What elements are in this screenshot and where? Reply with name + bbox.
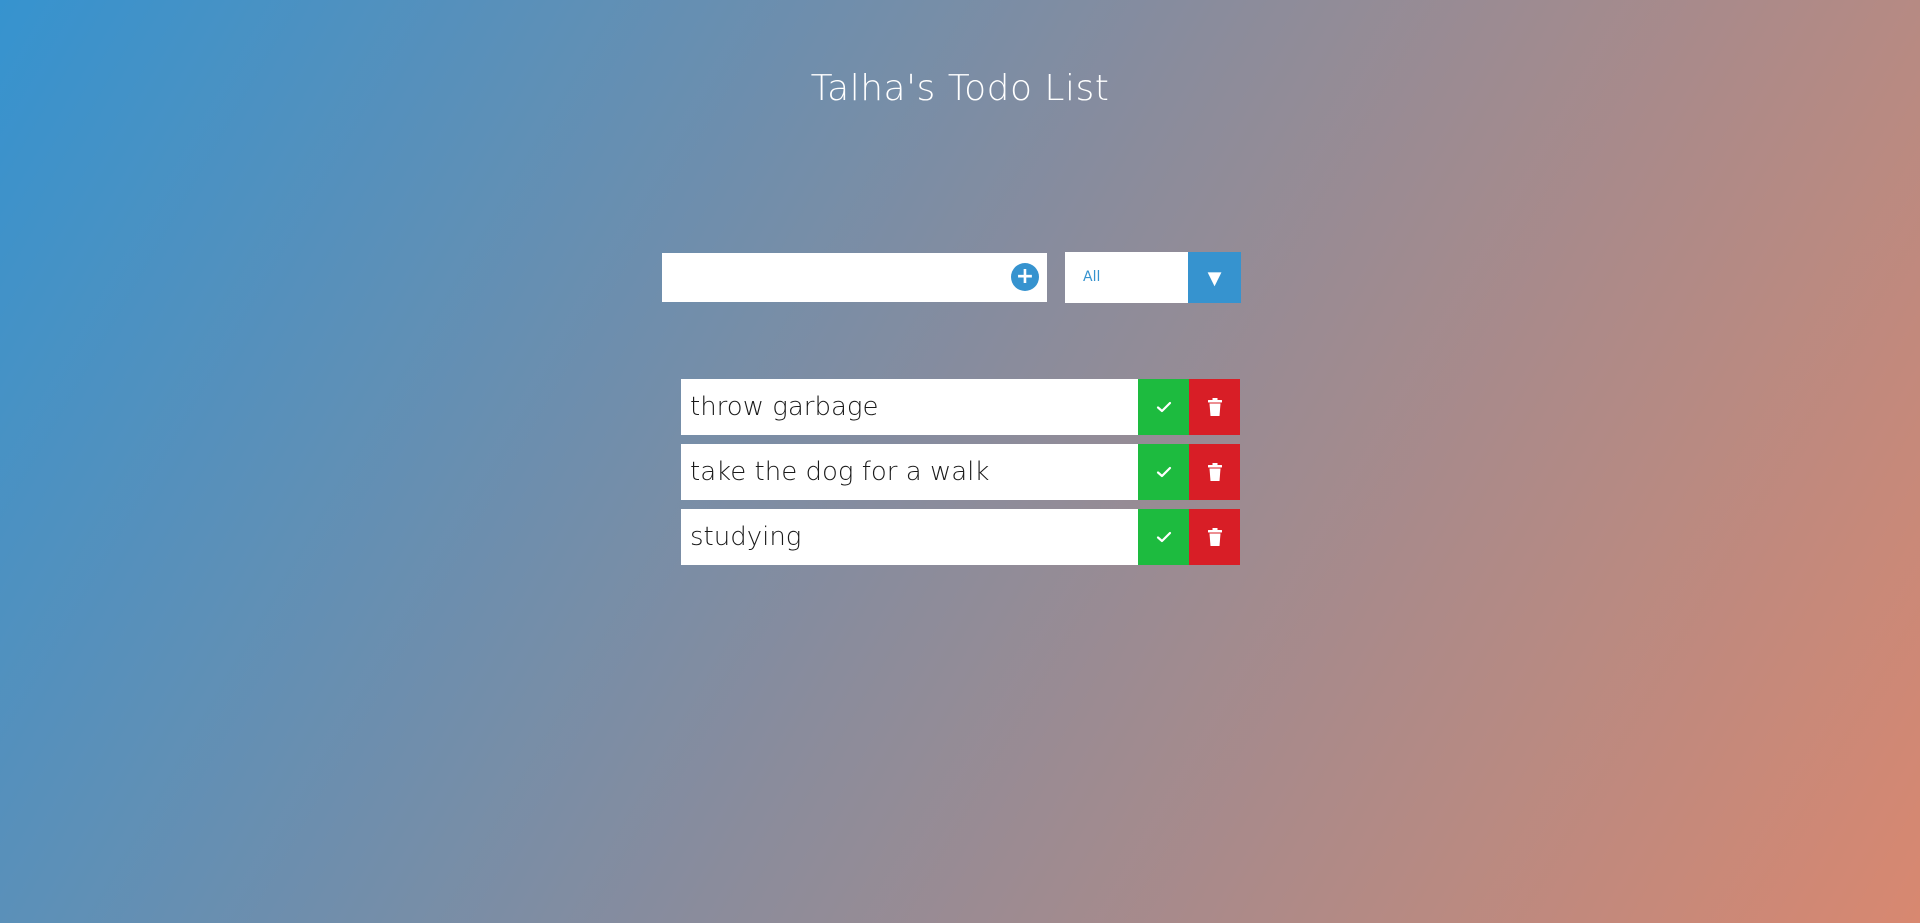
plus-circle-icon: +	[1015, 264, 1035, 289]
trash-icon	[1207, 528, 1222, 546]
todo-text: throw garbage	[690, 392, 879, 422]
todo-text: take the dog for a walk	[690, 457, 990, 487]
filter-selected-value: All	[1083, 269, 1101, 285]
complete-button[interactable]	[1138, 509, 1189, 565]
delete-button[interactable]	[1189, 379, 1240, 435]
page-title: Talha's Todo List	[810, 68, 1110, 109]
check-icon	[1156, 401, 1171, 413]
todo-item: take the dog for a walk	[681, 444, 1240, 500]
check-icon	[1156, 531, 1171, 543]
todo-text: studying	[690, 522, 802, 552]
check-icon	[1156, 466, 1171, 478]
delete-button[interactable]	[1189, 509, 1240, 565]
todo-input-container: +	[662, 253, 1047, 302]
trash-icon	[1207, 463, 1222, 481]
complete-button[interactable]	[1138, 444, 1189, 500]
todo-item: studying	[681, 509, 1240, 565]
filter-select[interactable]: All ▼	[1065, 252, 1241, 303]
chevron-down-icon: ▼	[1188, 252, 1241, 303]
todo-list: throw garbage take the dog for a walk st…	[681, 379, 1240, 574]
trash-icon	[1207, 398, 1222, 416]
add-todo-button[interactable]: +	[1011, 263, 1039, 291]
delete-button[interactable]	[1189, 444, 1240, 500]
complete-button[interactable]	[1138, 379, 1189, 435]
todo-item: throw garbage	[681, 379, 1240, 435]
todo-input[interactable]	[662, 253, 992, 302]
